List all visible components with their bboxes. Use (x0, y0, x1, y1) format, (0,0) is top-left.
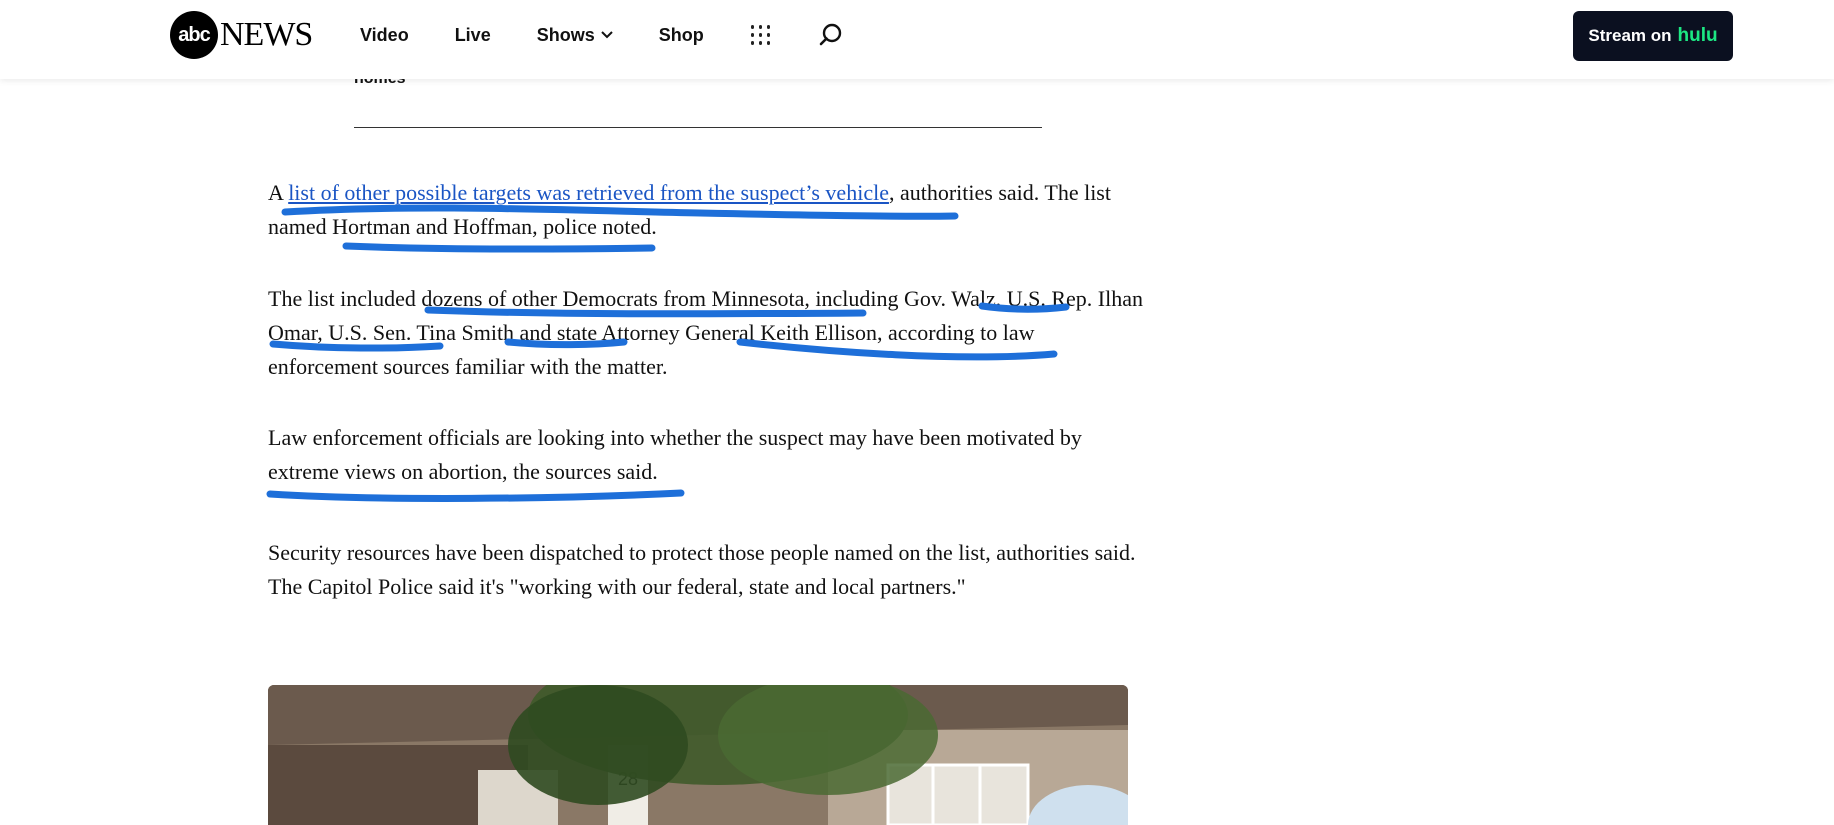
article-paragraph-2: The list included dozens of other Democr… (268, 286, 1143, 379)
stream-on-hulu-button[interactable]: Stream on hulu (1573, 11, 1733, 61)
hulu-brand: hulu (1677, 25, 1718, 46)
nav-shows[interactable]: Shows (537, 22, 613, 48)
p1-prefix: A (268, 180, 289, 205)
stream-button-prefix: Stream on (1588, 26, 1672, 45)
nav-live-label: Live (454, 24, 491, 45)
logo-news-text: NEWS (220, 16, 313, 53)
article-photo[interactable]: 28 (268, 685, 1128, 825)
article-paragraph-1: A list of other possible targets was ret… (268, 176, 1148, 244)
apps-grid-icon[interactable] (750, 24, 772, 46)
caption-divider (354, 127, 1042, 128)
article-paragraph-4: Security resources have been dispatched … (268, 540, 1136, 599)
nav-shows-label: Shows (536, 24, 595, 45)
abc-news-logo[interactable]: abc NEWS (170, 10, 313, 60)
article-paragraph-3: Law enforcement officials are looking in… (268, 425, 1082, 484)
targets-list-link[interactable]: list of other possible targets was retri… (288, 180, 889, 205)
chevron-down-icon (601, 31, 613, 39)
annotation-underline-abortion (266, 489, 685, 502)
nav-shop[interactable]: Shop (659, 22, 704, 48)
site-header: abc NEWS Video Live Shows Shop Stream on… (0, 0, 1834, 79)
nav-live[interactable]: Live (455, 22, 491, 48)
main-nav: Video Live Shows Shop (360, 22, 844, 48)
abc-logo-circle: abc (170, 11, 218, 59)
house-photo-illustration: 28 (268, 685, 1128, 825)
search-icon[interactable] (818, 22, 844, 48)
nav-shop-label: Shop (658, 24, 704, 45)
nav-video-label: Video (360, 24, 409, 45)
nav-video[interactable]: Video (360, 22, 409, 48)
annotation-underline-names (342, 242, 656, 253)
